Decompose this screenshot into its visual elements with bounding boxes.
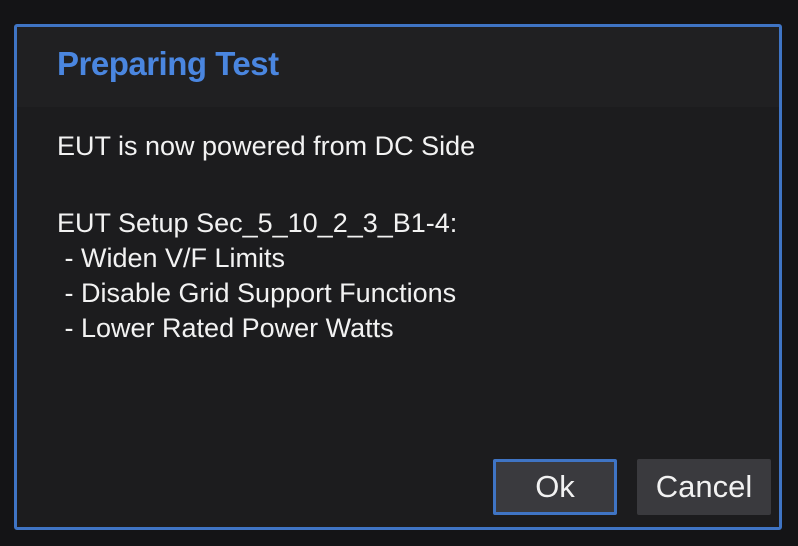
cancel-button[interactable]: Cancel <box>637 459 771 515</box>
setup-step: - Lower Rated Power Watts <box>57 313 394 343</box>
dialog-body: EUT is now powered from DC Side EUT Setu… <box>57 129 749 346</box>
setup-step: - Disable Grid Support Functions <box>57 278 457 308</box>
dialog-title: Preparing Test <box>57 45 279 82</box>
dialog-titlebar: Preparing Test <box>17 27 779 107</box>
setup-step: - Widen V/F Limits <box>57 243 286 273</box>
preparing-test-dialog: Preparing Test EUT is now powered from D… <box>14 24 782 530</box>
ok-button[interactable]: Ok <box>493 459 617 515</box>
setup-heading: EUT Setup Sec_5_10_2_3_B1-4: <box>57 208 458 238</box>
dialog-message: EUT is now powered from DC Side <box>57 131 476 161</box>
